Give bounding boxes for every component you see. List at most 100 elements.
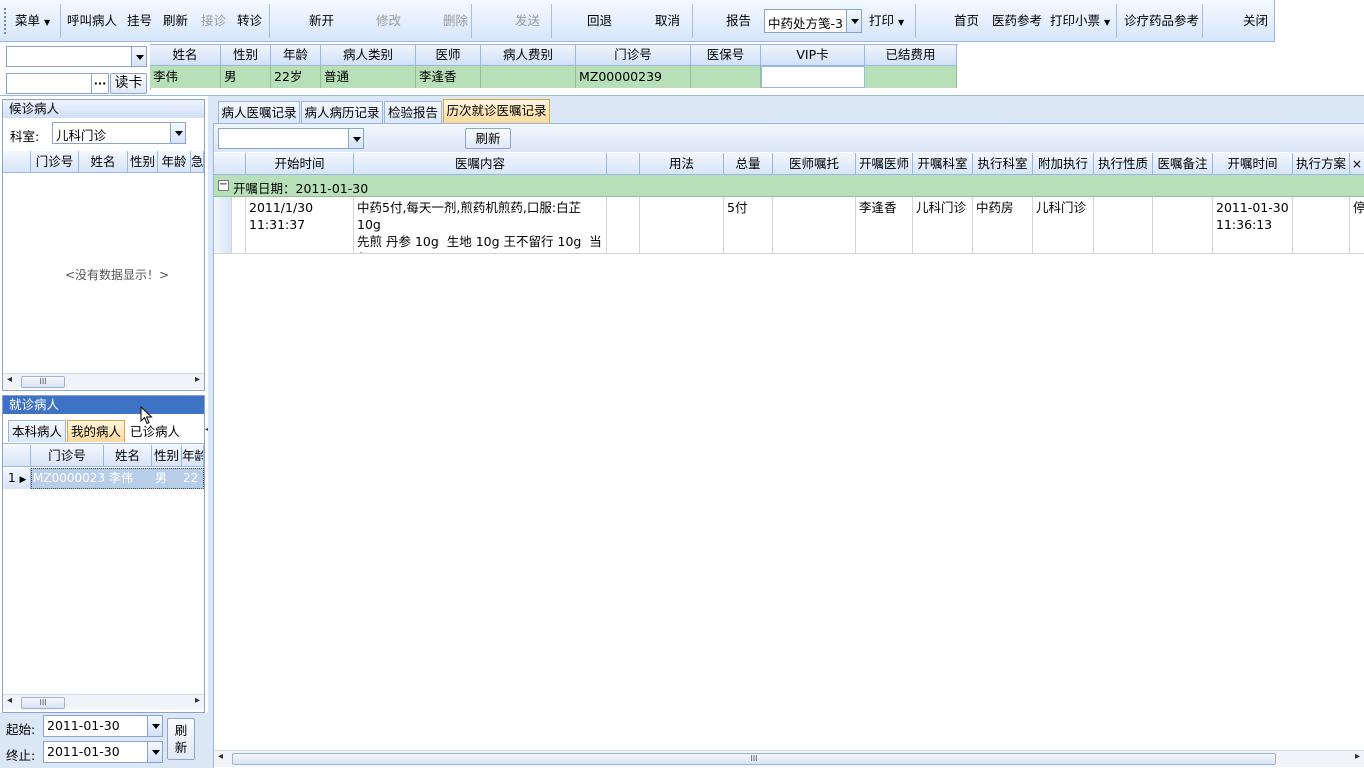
order-blank [607, 197, 640, 254]
new-open-button[interactable]: 新开 [309, 0, 334, 42]
visiting-col-sex: 性别 [152, 445, 182, 467]
rollback-button[interactable]: 回退 [587, 0, 612, 42]
cancel-button[interactable]: 取消 [655, 0, 680, 42]
patient-col-sex: 性别 [221, 45, 271, 66]
date-refresh-button[interactable]: 刷 新 [167, 718, 195, 760]
print-receipt-label: 打印小票 [1050, 13, 1101, 28]
card-number-input[interactable] [6, 73, 92, 94]
chevron-down-icon[interactable] [846, 10, 861, 32]
toolbar-separator [915, 4, 916, 38]
order-exec-dept: 中药房 [973, 197, 1033, 254]
vip-card-input[interactable] [761, 66, 865, 88]
current-row-arrow-icon: ▶ [19, 475, 27, 485]
order-row-spacer [232, 197, 246, 254]
orders-col-content: 医嘱内容 [354, 153, 607, 175]
waiting-col-age: 年龄 [158, 151, 191, 173]
refresh-button[interactable]: 刷新 [163, 0, 188, 42]
order-usage [640, 197, 724, 254]
transfer-button[interactable]: 转诊 [237, 0, 262, 42]
chevron-down-icon[interactable] [170, 123, 185, 143]
waiting-horizontal-scrollbar[interactable]: III [3, 373, 204, 389]
visiting-col-indicator [3, 445, 31, 467]
table-row[interactable]: 1 ▶ MZ0000023 李伟 男 22 [3, 468, 204, 489]
order-group-row[interactable]: − 开嘱日期：2011-01-30 [214, 175, 1364, 197]
tab-seen-patients[interactable]: 已诊病人 [126, 420, 184, 442]
ellipsis-button[interactable]: ··· [92, 73, 109, 94]
tab-patient-records[interactable]: 病人病历记录 [301, 101, 383, 123]
menu-button[interactable]: 菜单 ▼ [15, 0, 50, 42]
modify-button[interactable]: 修改 [376, 0, 401, 42]
patient-fee-type-value [481, 66, 576, 88]
date-refresh-label-1: 刷 [174, 723, 188, 738]
tab-patient-orders[interactable]: 病人医嘱记录 [218, 101, 300, 123]
start-date-label: 起始: [6, 722, 36, 737]
patient-col-name: 姓名 [150, 45, 221, 66]
print-button[interactable]: 打印 ▼ [869, 0, 904, 42]
medicine-ref-button[interactable]: 医药参考 [992, 0, 1042, 42]
orders-col-start-time: 开始时间 [246, 153, 354, 175]
delete-button[interactable]: 删除 [443, 0, 468, 42]
orders-refresh-button[interactable]: 刷新 [465, 128, 511, 149]
report-button[interactable]: 报告 [726, 0, 751, 42]
close-button[interactable]: 关闭 [1243, 0, 1268, 42]
orders-col-order-time: 开嘱时间 [1213, 153, 1293, 175]
dropdown-arrow-icon: ▼ [898, 18, 905, 27]
end-date-picker[interactable]: 2011-01-30 [43, 741, 163, 763]
tab-lab-reports[interactable]: 检验报告 [384, 101, 442, 123]
orders-col-exec-nature: 执行性质 [1094, 153, 1153, 175]
send-button[interactable]: 发送 [515, 0, 540, 42]
scrollbar-thumb[interactable]: III [21, 697, 65, 709]
row-clinic-no: MZ0000023 [33, 471, 105, 485]
print-receipt-button[interactable]: 打印小票 ▼ [1050, 0, 1110, 42]
chevron-down-icon[interactable] [348, 129, 363, 148]
order-exec-plan [1293, 197, 1350, 254]
patient-doctor-value: 李逢香 [416, 66, 481, 88]
toolbar-separator [269, 4, 270, 38]
patient-search-combo[interactable] [6, 46, 147, 67]
orders-col-indicator [214, 153, 246, 175]
orders-col-usage: 用法 [640, 153, 724, 175]
patient-col-type: 病人类别 [321, 45, 416, 66]
main-toolbar: 菜单 ▼ 呼叫病人 挂号 刷新 接诊 转诊 新开 修改 删除 发送 回退 取消 … [0, 0, 1275, 42]
toolbar-grip[interactable] [4, 8, 6, 34]
read-card-button[interactable]: 读卡 [110, 73, 147, 94]
register-button[interactable]: 挂号 [127, 0, 152, 42]
patient-col-age: 年龄 [271, 45, 321, 66]
visiting-horizontal-scrollbar[interactable]: III [3, 694, 204, 710]
order-total: 5付 [724, 197, 773, 254]
chevron-down-icon[interactable] [131, 47, 146, 66]
chevron-down-icon[interactable] [147, 716, 162, 736]
orders-col-remark: 医嘱备注 [1153, 153, 1213, 175]
waiting-empty-text: <没有数据显示！> [64, 268, 170, 282]
dropdown-arrow-icon: ▼ [1104, 18, 1111, 27]
tab-history-orders[interactable]: 历次就诊医嘱记录 [443, 99, 550, 123]
toolbar-separator [1202, 4, 1203, 38]
drug-ref-button[interactable]: 诊疗药品参考 [1124, 0, 1199, 42]
prescription-select-value: 中药处方笺-3 [768, 16, 843, 31]
prescription-select[interactable]: 中药处方笺-3 [764, 9, 862, 33]
collapse-group-icon[interactable]: − [218, 180, 229, 191]
waiting-col-urgent: 急 [191, 151, 204, 173]
dept-label: 科室: [10, 129, 40, 144]
tab-department-patients[interactable]: 本科病人 [8, 420, 66, 442]
orders-col-total: 总量 [724, 153, 773, 175]
waiting-panel-title: 候诊病人 [3, 100, 204, 118]
end-date-label: 终止: [6, 748, 36, 763]
home-button[interactable]: 首页 [954, 0, 979, 42]
orders-filter-bar [214, 124, 1364, 152]
dept-select[interactable]: 儿科门诊 [52, 122, 186, 144]
orders-filter-select[interactable] [218, 128, 364, 149]
patient-name-value: 李伟 [150, 66, 221, 88]
toolbar-separator [692, 4, 693, 38]
receive-button[interactable]: 接诊 [201, 0, 226, 42]
call-patient-button[interactable]: 呼叫病人 [67, 0, 117, 42]
toolbar-separator [471, 4, 472, 38]
patient-col-doctor: 医师 [416, 45, 481, 66]
scrollbar-thumb[interactable]: III [232, 753, 1276, 765]
orders-col-doctor-note: 医师嘱托 [773, 153, 856, 175]
chevron-down-icon[interactable] [147, 742, 162, 762]
scrollbar-thumb[interactable]: III [21, 376, 65, 388]
start-date-picker[interactable]: 2011-01-30 [43, 715, 163, 737]
orders-horizontal-scrollbar[interactable]: III [214, 750, 1364, 767]
tab-my-patients[interactable]: 我的病人 [67, 420, 125, 442]
